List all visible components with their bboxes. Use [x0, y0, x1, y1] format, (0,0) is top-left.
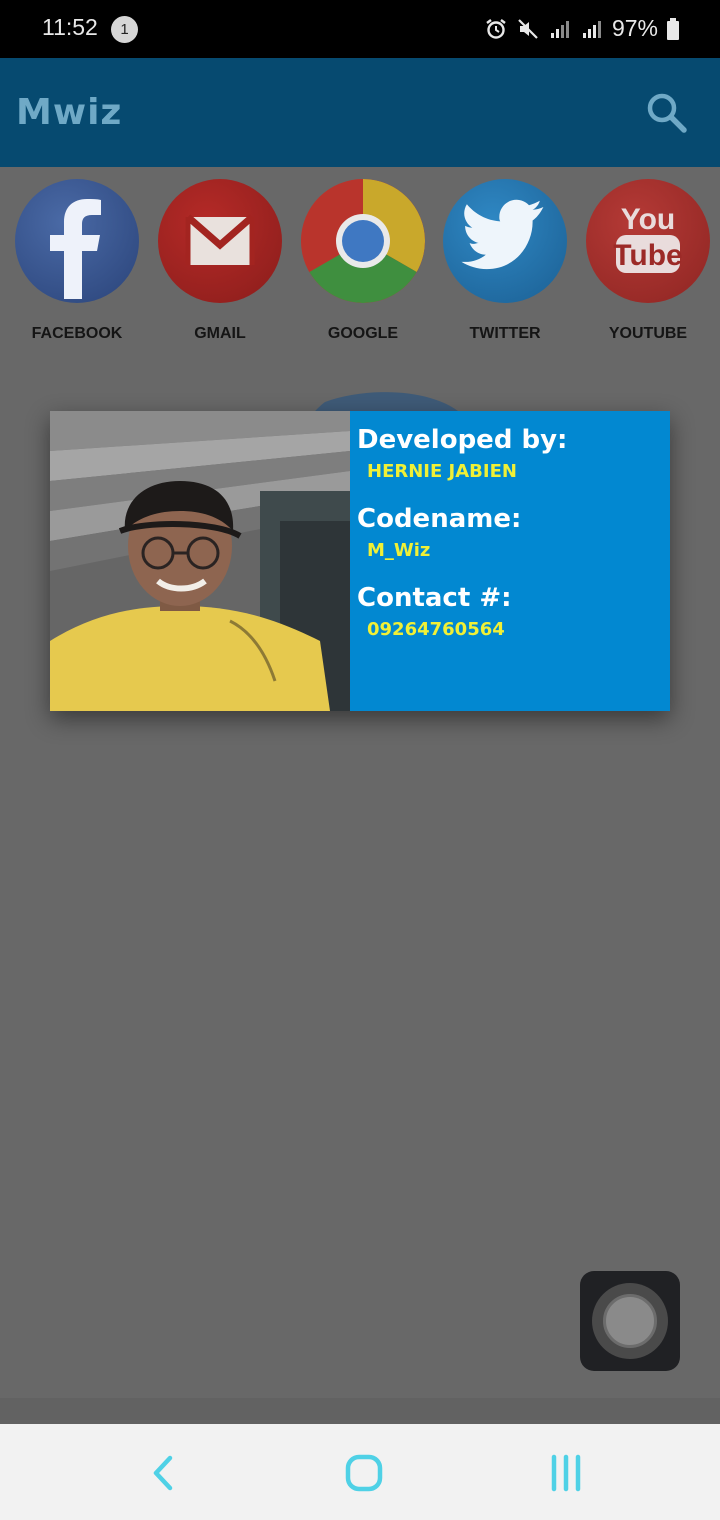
main-content: FACEBOOK GMAIL GOOGLE TWITTER You Tube Y… — [0, 167, 720, 1398]
battery-percent: 97% — [611, 15, 658, 41]
twitter-icon — [443, 179, 567, 303]
search-icon — [647, 93, 687, 133]
home-icon — [345, 1454, 383, 1492]
contact-label: Contact #: — [357, 583, 512, 613]
facebook-icon — [15, 179, 139, 303]
app-title: Mwiz — [16, 92, 123, 133]
status-bar: 11:52 1 97% — [0, 0, 720, 58]
recents-icon — [551, 1454, 581, 1492]
gmail-icon — [158, 179, 282, 303]
search-button[interactable] — [644, 90, 688, 134]
shortcut-youtube[interactable]: You Tube YOUTUBE — [578, 179, 718, 359]
status-icons: 97% — [484, 15, 680, 42]
chrome-icon — [301, 179, 425, 303]
floating-assistive-button[interactable] — [580, 1271, 680, 1371]
shortcut-google[interactable]: GOOGLE — [293, 179, 433, 359]
recents-button[interactable] — [541, 1448, 591, 1498]
alarm-icon — [486, 18, 506, 39]
shortcut-label: YOUTUBE — [608, 325, 688, 342]
mute-icon — [518, 18, 538, 39]
signal-icon — [550, 20, 569, 38]
shortcut-label: GOOGLE — [327, 325, 399, 342]
shortcut-label: GMAIL — [194, 325, 246, 342]
codename-label: Codename: — [357, 504, 522, 534]
signal-icon — [582, 20, 601, 38]
svg-text:You: You — [621, 203, 675, 236]
home-button[interactable] — [339, 1448, 389, 1498]
svg-text:Tube: Tube — [613, 239, 682, 272]
developed-by-label: Developed by: — [357, 425, 568, 455]
notification-badge: 1 — [111, 16, 138, 43]
developer-details: Developed by: HERNIE JABIEN Codename: M_… — [350, 411, 670, 711]
battery-icon — [667, 17, 679, 40]
assistive-dot — [603, 1294, 657, 1348]
assistive-ring-icon — [592, 1283, 668, 1359]
codename-value: M_Wiz — [367, 540, 431, 561]
shortcut-twitter[interactable]: TWITTER — [435, 179, 575, 359]
developer-photo — [50, 411, 350, 711]
shortcut-gmail[interactable]: GMAIL — [150, 179, 290, 359]
app-bar: Mwiz — [0, 58, 720, 167]
shortcut-row: FACEBOOK GMAIL GOOGLE TWITTER You Tube Y… — [0, 167, 720, 357]
back-button[interactable] — [138, 1448, 188, 1498]
content-bottom-strip — [0, 1398, 720, 1424]
youtube-icon: You Tube — [586, 179, 710, 303]
shortcut-label: FACEBOOK — [31, 325, 123, 342]
developer-name: HERNIE JABIEN — [367, 461, 517, 482]
status-time: 11:52 — [42, 14, 98, 40]
shortcut-label: TWITTER — [469, 325, 541, 342]
shortcut-facebook[interactable]: FACEBOOK — [7, 179, 147, 359]
developer-info-dialog[interactable]: Developed by: HERNIE JABIEN Codename: M_… — [50, 411, 670, 711]
back-icon — [153, 1455, 173, 1491]
navigation-bar — [0, 1424, 720, 1520]
contact-number[interactable]: 09264760564 — [367, 619, 670, 640]
